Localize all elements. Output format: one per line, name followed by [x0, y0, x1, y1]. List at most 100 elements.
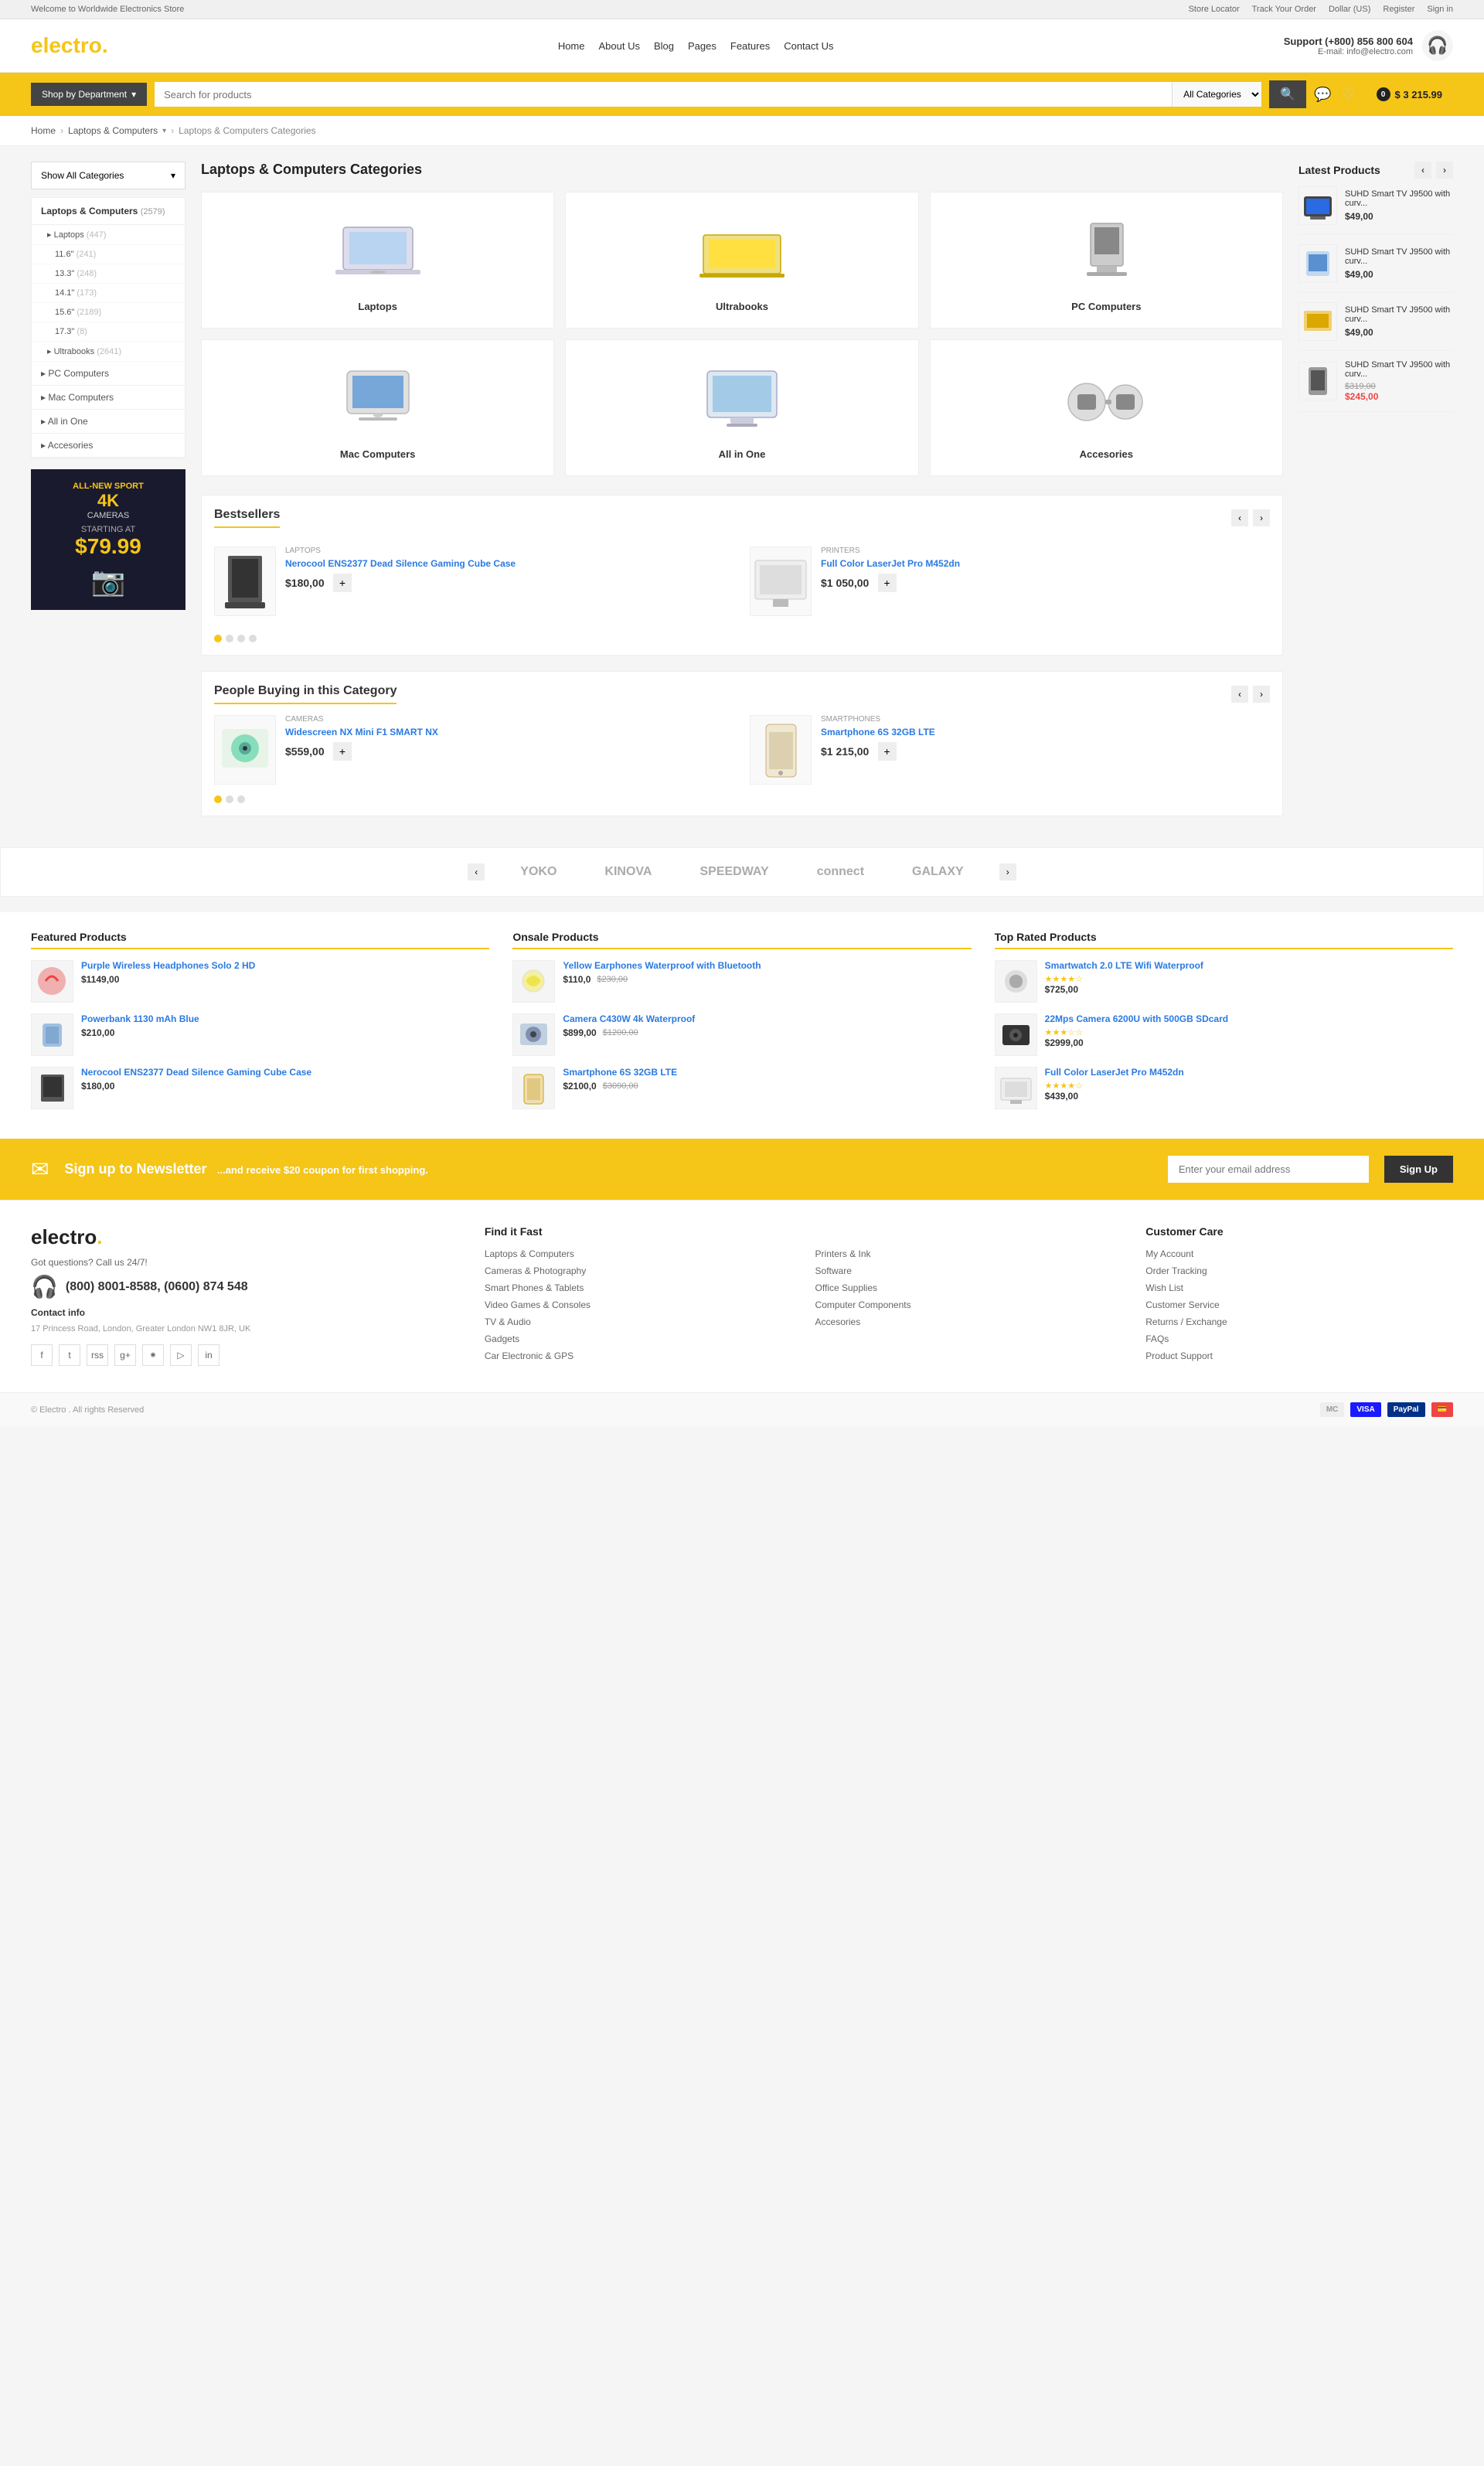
breadcrumb-laptops[interactable]: Laptops & Computers: [68, 125, 158, 136]
chat-icon[interactable]: 💬: [1314, 87, 1331, 103]
show-categories-button[interactable]: Show All Categories ▾: [31, 162, 186, 189]
sidebar-item-14[interactable]: 14.1" (173): [32, 284, 185, 303]
latest-prev-button[interactable]: ‹: [1414, 162, 1431, 179]
footer-link-customer-service[interactable]: Customer Service: [1145, 1299, 1453, 1310]
brand-connect[interactable]: connect: [805, 865, 876, 879]
sidebar-item-all-in-one[interactable]: ▸ All in One: [32, 410, 185, 434]
dot-1[interactable]: [214, 635, 222, 642]
register-link[interactable]: Register: [1383, 5, 1414, 14]
social-vimeo-icon[interactable]: ▷: [170, 1344, 192, 1366]
footer-link-games[interactable]: Video Games & Consoles: [485, 1299, 792, 1310]
bestsellers-next-button[interactable]: ›: [1253, 509, 1270, 526]
category-card-mac-computers[interactable]: Mac Computers: [201, 339, 554, 476]
bestseller-name-2[interactable]: Full Color LaserJet Pro M452dn: [821, 558, 960, 569]
newsletter-signup-button[interactable]: Sign Up: [1384, 1156, 1453, 1183]
wishlist-icon[interactable]: ♡: [1342, 87, 1354, 103]
footer-link-order-tracking[interactable]: Order Tracking: [1145, 1265, 1453, 1276]
dot-4[interactable]: [249, 635, 257, 642]
category-card-ultrabooks[interactable]: Ultrabooks: [565, 192, 918, 329]
bestsellers-prev-button[interactable]: ‹: [1231, 509, 1248, 526]
footer-link-office[interactable]: Office Supplies: [815, 1282, 1123, 1293]
footer-link-product-support[interactable]: Product Support: [1145, 1351, 1453, 1361]
sidebar-item-11[interactable]: 11.6" (241): [32, 245, 185, 264]
category-card-all-in-one[interactable]: All in One: [565, 339, 918, 476]
sidebar-item-17[interactable]: 17.3" (8): [32, 322, 185, 342]
onsale-name-2[interactable]: Camera C430W 4k Waterproof: [563, 1013, 695, 1024]
dot-pb-2[interactable]: [226, 795, 233, 803]
footer-link-tv[interactable]: TV & Audio: [485, 1316, 792, 1327]
footer-link-wishlist[interactable]: Wish List: [1145, 1282, 1453, 1293]
bestseller-add-button-1[interactable]: +: [333, 574, 352, 592]
dot-pb-3[interactable]: [237, 795, 245, 803]
breadcrumb-home[interactable]: Home: [31, 125, 56, 136]
featured-name-2[interactable]: Powerbank 1130 mAh Blue: [81, 1013, 199, 1024]
featured-name-3[interactable]: Nerocool ENS2377 Dead Silence Gaming Cub…: [81, 1067, 311, 1078]
brands-next-button[interactable]: ›: [999, 863, 1016, 880]
sidebar-item-mac-computers[interactable]: ▸ Mac Computers: [32, 386, 185, 410]
search-button[interactable]: 🔍: [1269, 80, 1306, 108]
shop-by-department-button[interactable]: Shop by Department ▾: [31, 83, 147, 106]
search-input[interactable]: [155, 82, 1172, 107]
nav-contact[interactable]: Contact Us: [784, 40, 833, 52]
buying-add-button-2[interactable]: +: [878, 742, 897, 761]
brand-yoko[interactable]: YOKO: [508, 865, 569, 879]
footer-link-returns[interactable]: Returns / Exchange: [1145, 1316, 1453, 1327]
newsletter-email-input[interactable]: [1168, 1156, 1369, 1183]
onsale-name-1[interactable]: Yellow Earphones Waterproof with Bluetoo…: [563, 960, 761, 971]
footer-link-laptops[interactable]: Laptops & Computers: [485, 1248, 792, 1259]
sidebar-item-ultrabooks[interactable]: ▸ Ultrabooks (2641): [32, 342, 185, 362]
sidebar-item-accesories[interactable]: ▸ Accesories: [32, 434, 185, 458]
category-select[interactable]: All Categories: [1172, 82, 1261, 107]
footer-link-cameras[interactable]: Cameras & Photography: [485, 1265, 792, 1276]
social-twitter-icon[interactable]: t: [59, 1344, 80, 1366]
brand-speedway[interactable]: SPEEDWAY: [687, 865, 781, 879]
buying-name-1[interactable]: Widescreen NX Mini F1 SMART NX: [285, 727, 438, 737]
nav-home[interactable]: Home: [558, 40, 585, 52]
sidebar-item-15[interactable]: 15.6" (2189): [32, 303, 185, 322]
cart-button[interactable]: 0 $ 3 215.99: [1366, 82, 1453, 107]
sidebar-item-pc-computers[interactable]: ▸ PC Computers: [32, 362, 185, 386]
currency-selector[interactable]: Dollar (US): [1329, 5, 1370, 14]
footer-link-smartphones[interactable]: Smart Phones & Tablets: [485, 1282, 792, 1293]
sidebar-item-13[interactable]: 13.3" (248): [32, 264, 185, 284]
social-linkedin-icon[interactable]: in: [198, 1344, 220, 1366]
category-card-laptops[interactable]: Laptops: [201, 192, 554, 329]
footer-link-software[interactable]: Software: [815, 1265, 1123, 1276]
top-rated-name-3[interactable]: Full Color LaserJet Pro M452dn: [1045, 1067, 1184, 1078]
people-buying-prev-button[interactable]: ‹: [1231, 686, 1248, 703]
dot-pb-1[interactable]: [214, 795, 222, 803]
top-rated-name-2[interactable]: 22Mps Camera 6200U with 500GB SDcard: [1045, 1013, 1228, 1024]
signin-link[interactable]: Sign in: [1427, 5, 1453, 14]
onsale-name-3[interactable]: Smartphone 6S 32GB LTE: [563, 1067, 677, 1078]
store-locator-link[interactable]: Store Locator: [1189, 5, 1240, 14]
buying-add-button-1[interactable]: +: [333, 742, 352, 761]
top-rated-name-1[interactable]: Smartwatch 2.0 LTE Wifi Waterproof: [1045, 960, 1203, 971]
logo[interactable]: electro.: [31, 33, 108, 58]
sidebar-item-laptops-computers[interactable]: Laptops & Computers (2579): [32, 198, 185, 225]
people-buying-next-button[interactable]: ›: [1253, 686, 1270, 703]
nav-pages[interactable]: Pages: [688, 40, 716, 52]
footer-link-account[interactable]: My Account: [1145, 1248, 1453, 1259]
social-google-icon[interactable]: g+: [114, 1344, 136, 1366]
dot-3[interactable]: [237, 635, 245, 642]
bestseller-name-1[interactable]: Nerocool ENS2377 Dead Silence Gaming Cub…: [285, 558, 516, 569]
buying-name-2[interactable]: Smartphone 6S 32GB LTE: [821, 727, 935, 737]
social-rss-icon[interactable]: rss: [87, 1344, 108, 1366]
footer-link-gadgets[interactable]: Gadgets: [485, 1333, 792, 1344]
nav-about[interactable]: About Us: [599, 40, 640, 52]
brand-galaxy[interactable]: GALAXY: [900, 865, 976, 879]
sidebar-item-laptops[interactable]: ▸ Laptops (447): [32, 225, 185, 245]
social-flickr-icon[interactable]: ⁕: [142, 1344, 164, 1366]
track-order-link[interactable]: Track Your Order: [1252, 5, 1316, 14]
bestseller-add-button-2[interactable]: +: [878, 574, 897, 592]
featured-name-1[interactable]: Purple Wireless Headphones Solo 2 HD: [81, 960, 255, 971]
brand-kinova[interactable]: KINOVA: [592, 865, 664, 879]
nav-blog[interactable]: Blog: [654, 40, 674, 52]
dot-2[interactable]: [226, 635, 233, 642]
footer-link-printers[interactable]: Printers & Ink: [815, 1248, 1123, 1259]
brands-prev-button[interactable]: ‹: [468, 863, 485, 880]
footer-link-car[interactable]: Car Electronic & GPS: [485, 1351, 792, 1361]
social-facebook-icon[interactable]: f: [31, 1344, 53, 1366]
category-card-accesories[interactable]: Accesories: [930, 339, 1283, 476]
footer-link-components[interactable]: Computer Components: [815, 1299, 1123, 1310]
